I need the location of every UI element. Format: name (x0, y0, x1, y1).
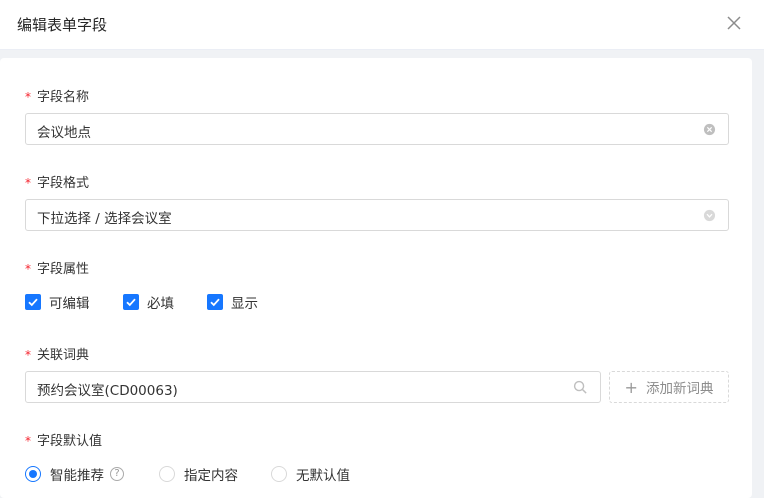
default-value-label: * 字段默认值 (25, 434, 103, 449)
form-body: * 字段名称 会议地点 * 字段格式 下拉选择 / 选择会议室 * 字段属性 可… (0, 58, 752, 498)
dictionary-label: * 关联词典 (25, 348, 90, 363)
checkbox-checked-icon (123, 294, 139, 310)
dialog-title: 编辑表单字段 (17, 16, 108, 34)
radio-specified-content[interactable]: 指定内容 (159, 464, 238, 484)
field-format-value: 下拉选择 / 选择会议室 (37, 211, 172, 227)
checkbox-label: 必填 (147, 296, 174, 312)
radio-unselected-icon (271, 466, 287, 482)
checkbox-required[interactable]: 必填 (123, 292, 174, 312)
radio-smart-recommend[interactable]: 智能推荐 ? (25, 464, 124, 484)
field-name-input[interactable]: 会议地点 (25, 113, 729, 145)
required-mark: * (25, 262, 31, 276)
add-dictionary-button[interactable]: + 添加新词典 (609, 371, 729, 403)
dialog-header: 编辑表单字段 (0, 0, 764, 50)
plus-icon: + (624, 377, 638, 397)
dictionary-value: 预约会议室(CD00063) (37, 383, 178, 399)
radio-no-default[interactable]: 无默认值 (271, 464, 350, 484)
close-icon[interactable] (724, 13, 744, 33)
checkbox-label: 可编辑 (49, 296, 90, 312)
required-mark: * (25, 176, 31, 190)
field-name-value: 会议地点 (37, 125, 91, 141)
edit-field-dialog: 编辑表单字段 * 字段名称 会议地点 * 字段格式 下拉选择 / 选择会议室 *… (0, 0, 764, 498)
help-icon[interactable]: ? (110, 467, 124, 481)
add-dictionary-label: 添加新词典 (645, 381, 714, 397)
required-mark: * (25, 90, 31, 104)
attributes-group: 可编辑 必填 显示 (25, 292, 325, 312)
clear-icon[interactable] (703, 123, 716, 136)
checkbox-visible[interactable]: 显示 (207, 292, 258, 312)
chevron-down-icon (703, 209, 716, 222)
radio-label: 指定内容 (184, 468, 238, 484)
radio-unselected-icon (159, 466, 175, 482)
checkbox-checked-icon (207, 294, 223, 310)
field-attributes-label: * 字段属性 (25, 262, 90, 277)
checkbox-checked-icon (25, 294, 41, 310)
radio-selected-icon (25, 466, 41, 482)
radio-label: 智能推荐 (50, 468, 104, 484)
field-format-select[interactable]: 下拉选择 / 选择会议室 (25, 199, 729, 231)
required-mark: * (25, 348, 31, 362)
dictionary-search-input[interactable]: 预约会议室(CD00063) (25, 371, 601, 403)
radio-label: 无默认值 (296, 468, 350, 484)
required-mark: * (25, 434, 31, 448)
search-icon[interactable] (573, 380, 588, 395)
field-format-label: * 字段格式 (25, 176, 90, 191)
checkbox-editable[interactable]: 可编辑 (25, 292, 90, 312)
checkbox-label: 显示 (231, 296, 258, 312)
field-name-label: * 字段名称 (25, 90, 90, 105)
